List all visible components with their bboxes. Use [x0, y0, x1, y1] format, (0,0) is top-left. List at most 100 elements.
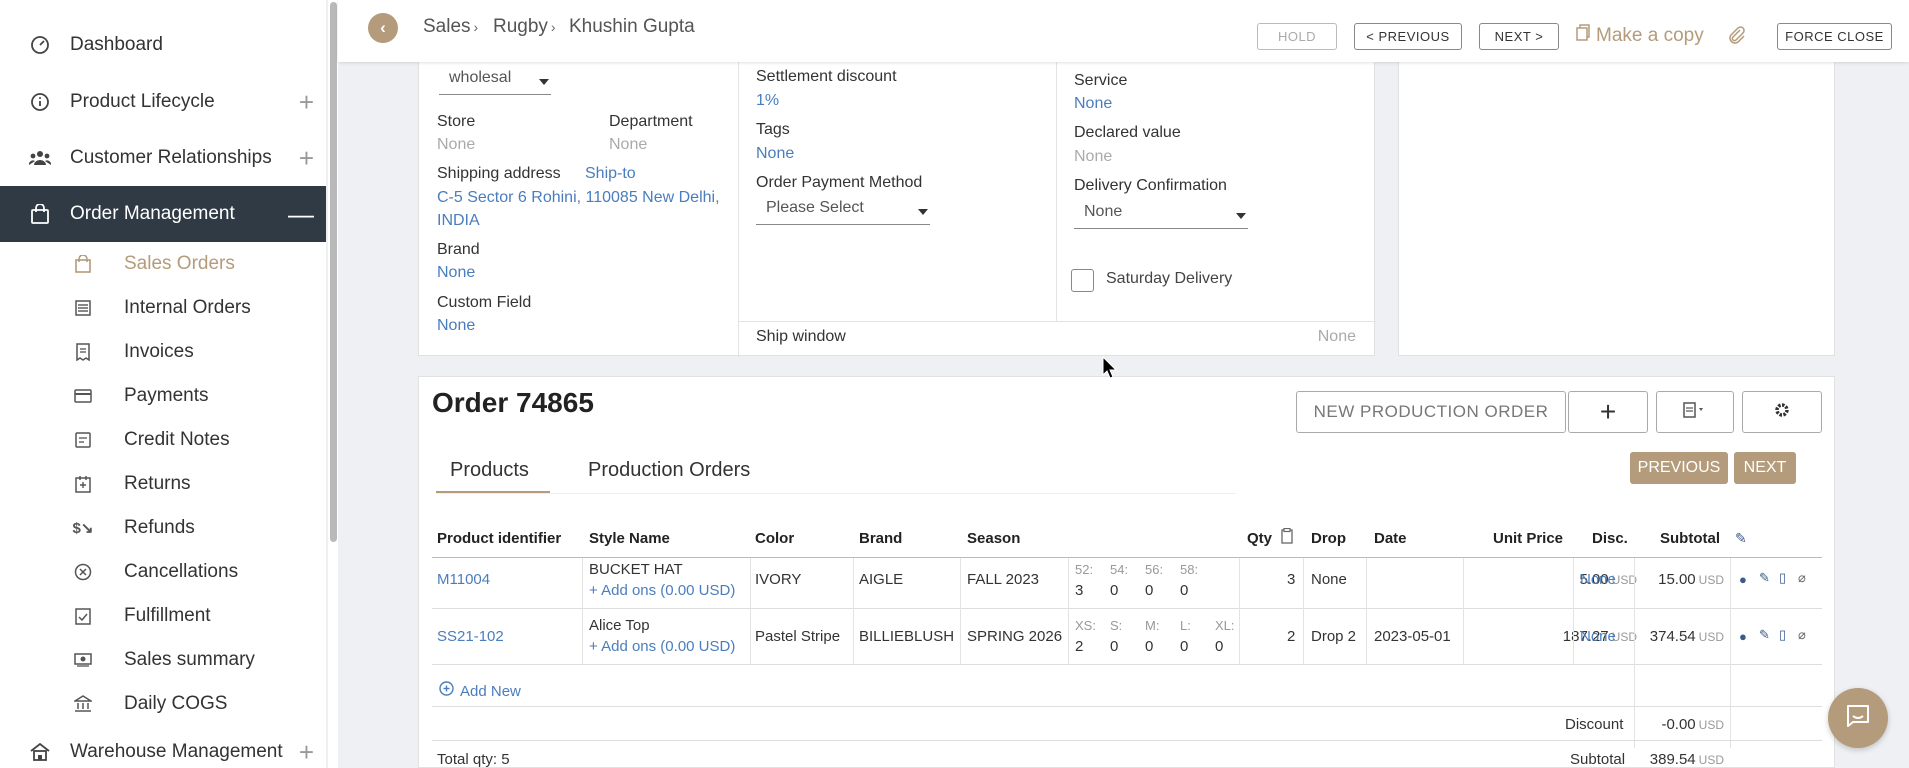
size-qty-input[interactable]: 0	[1145, 582, 1153, 599]
back-button[interactable]: ‹	[368, 13, 398, 43]
size-qty-input[interactable]: 0	[1180, 638, 1188, 655]
force-close-button[interactable]: FORCE CLOSE	[1777, 23, 1892, 50]
sidebar-scrollbar[interactable]	[328, 0, 338, 768]
department-value[interactable]: None	[609, 136, 647, 154]
previous-button[interactable]: < PREVIOUS	[1354, 23, 1462, 50]
sub-sales-summary[interactable]: Sales summary	[0, 638, 326, 682]
trash-icon[interactable]: ▯	[1779, 570, 1786, 586]
brand-value[interactable]: None	[437, 264, 475, 282]
chevron-down-icon	[539, 79, 549, 85]
col-season[interactable]: Season	[967, 530, 1020, 547]
make-copy-button[interactable]: Make a copy	[1576, 24, 1704, 47]
expand-plus-icon[interactable]: +	[299, 737, 314, 768]
size-qty-input[interactable]: 0	[1215, 638, 1223, 655]
sub-sales-orders[interactable]: Sales Orders	[0, 242, 326, 286]
tab-production-orders[interactable]: Production Orders	[588, 459, 750, 482]
shipping-address-line2[interactable]: INDIA	[437, 212, 480, 230]
discount-link[interactable]: None	[1580, 628, 1616, 645]
sub-internal-orders[interactable]: Internal Orders	[0, 286, 326, 330]
declared-value-value[interactable]: None	[1074, 148, 1112, 166]
sub-cancellations[interactable]: Cancellations	[0, 550, 326, 594]
size-qty-input[interactable]: 0	[1145, 638, 1153, 655]
nav-dashboard[interactable]: Dashboard	[0, 17, 326, 73]
product-identifier-link[interactable]: M11004	[437, 571, 490, 588]
document-dropdown-button[interactable]	[1656, 391, 1734, 433]
next-button[interactable]: NEXT >	[1479, 23, 1559, 50]
add-ons-link[interactable]: + Add ons (0.00 USD)	[589, 582, 735, 599]
service-value[interactable]: None	[1074, 95, 1112, 113]
nav-order-management[interactable]: Order Management —	[0, 186, 326, 242]
nav-product-lifecycle[interactable]: Product Lifecycle +	[0, 74, 326, 130]
sub-returns[interactable]: Returns	[0, 462, 326, 506]
expand-plus-icon[interactable]: +	[299, 87, 314, 118]
col-style-name[interactable]: Style Name	[589, 530, 670, 547]
sub-daily-cogs[interactable]: Daily COGS	[0, 682, 326, 726]
hold-button[interactable]: HOLD	[1257, 23, 1337, 50]
sub-refunds[interactable]: $↘ Refunds	[0, 506, 326, 550]
col-product-identifier[interactable]: Product identifier	[437, 530, 561, 547]
store-value[interactable]: None	[437, 136, 475, 154]
size-qty-input[interactable]: 3	[1075, 582, 1083, 599]
breadcrumb-rugby[interactable]: Rugby ›	[493, 16, 556, 38]
cash-icon	[73, 650, 93, 670]
trash-icon[interactable]: ▯	[1779, 627, 1786, 643]
col-qty[interactable]: Qty	[1247, 530, 1272, 547]
comment-icon[interactable]: ●	[1739, 572, 1747, 587]
sub-fulfillment[interactable]: Fulfillment	[0, 594, 326, 638]
saturday-delivery-checkbox[interactable]	[1071, 269, 1094, 292]
order-previous-button[interactable]: PREVIOUS	[1630, 452, 1728, 484]
expand-plus-icon[interactable]: +	[299, 143, 314, 174]
size-qty-input[interactable]: 0	[1180, 582, 1188, 599]
paperclip-icon[interactable]: ⌀	[1798, 570, 1806, 586]
add-new-button[interactable]: Add New	[439, 681, 521, 701]
collapse-minus-icon[interactable]: —	[288, 199, 314, 230]
paperclip-icon[interactable]: ⌀	[1798, 627, 1806, 643]
size-qty-input[interactable]: 0	[1110, 638, 1118, 655]
comment-icon[interactable]: ●	[1739, 629, 1747, 644]
settlement-discount-value[interactable]: 1%	[756, 92, 779, 110]
date-cell[interactable]: 2023-05-01	[1374, 628, 1451, 645]
unit-price-cell[interactable]: 187.27 USD	[1502, 628, 1637, 645]
clipboard-icon[interactable]	[1281, 527, 1293, 549]
edit-icon[interactable]: ✎	[1759, 627, 1770, 643]
col-drop[interactable]: Drop	[1311, 530, 1346, 547]
order-next-button[interactable]: NEXT	[1734, 452, 1796, 484]
size-qty-input[interactable]: 0	[1110, 582, 1118, 599]
col-unit-price[interactable]: Unit Price	[1493, 530, 1563, 547]
col-brand[interactable]: Brand	[859, 530, 902, 547]
size-qty-input[interactable]: 2	[1075, 638, 1083, 655]
custom-field-value[interactable]: None	[437, 317, 475, 335]
col-subtotal[interactable]: Subtotal	[1660, 530, 1720, 547]
pencil-icon[interactable]: ✎	[1735, 530, 1747, 547]
chat-widget-button[interactable]	[1828, 688, 1888, 748]
breadcrumb-sales[interactable]: Sales ›	[423, 16, 478, 38]
col-color[interactable]: Color	[755, 530, 794, 547]
nav-customer-relationships[interactable]: Customer Relationships +	[0, 130, 326, 186]
add-button[interactable]: +	[1568, 391, 1648, 433]
drop-cell[interactable]: None	[1311, 571, 1347, 588]
col-date[interactable]: Date	[1374, 530, 1407, 547]
tab-products[interactable]: Products	[450, 459, 529, 482]
discount-link[interactable]: None	[1580, 571, 1616, 588]
sub-invoices[interactable]: Invoices	[0, 330, 326, 374]
ship-to-link[interactable]: Ship-to	[585, 165, 636, 183]
ship-window-value[interactable]: None	[1318, 328, 1356, 346]
edit-icon[interactable]: ✎	[1759, 570, 1770, 586]
sub-credit-notes[interactable]: Credit Notes	[0, 418, 326, 462]
price-list-select[interactable]: wholesal	[439, 67, 551, 95]
shipping-address-line1[interactable]: C-5 Sector 6 Rohini, 110085 New Delhi,	[437, 189, 720, 207]
col-disc[interactable]: Disc.	[1592, 530, 1628, 547]
payment-method-select[interactable]: Please Select	[756, 197, 930, 225]
nav-warehouse-management[interactable]: Warehouse Management +	[0, 724, 326, 768]
product-identifier-link[interactable]: SS21-102	[437, 628, 504, 645]
sub-payments[interactable]: Payments	[0, 374, 326, 418]
attachment-button[interactable]	[1728, 26, 1746, 50]
tags-value[interactable]: None	[756, 145, 794, 163]
unit-price-cell[interactable]: 5.00 USD	[1502, 571, 1637, 588]
add-ons-link[interactable]: + Add ons (0.00 USD)	[589, 638, 735, 655]
scrollbar-thumb[interactable]	[330, 2, 337, 542]
drop-cell[interactable]: Drop 2	[1311, 628, 1356, 645]
delivery-confirmation-select[interactable]: None	[1074, 201, 1248, 229]
settings-button[interactable]	[1742, 391, 1822, 433]
new-production-order-button[interactable]: NEW PRODUCTION ORDER	[1296, 391, 1566, 433]
